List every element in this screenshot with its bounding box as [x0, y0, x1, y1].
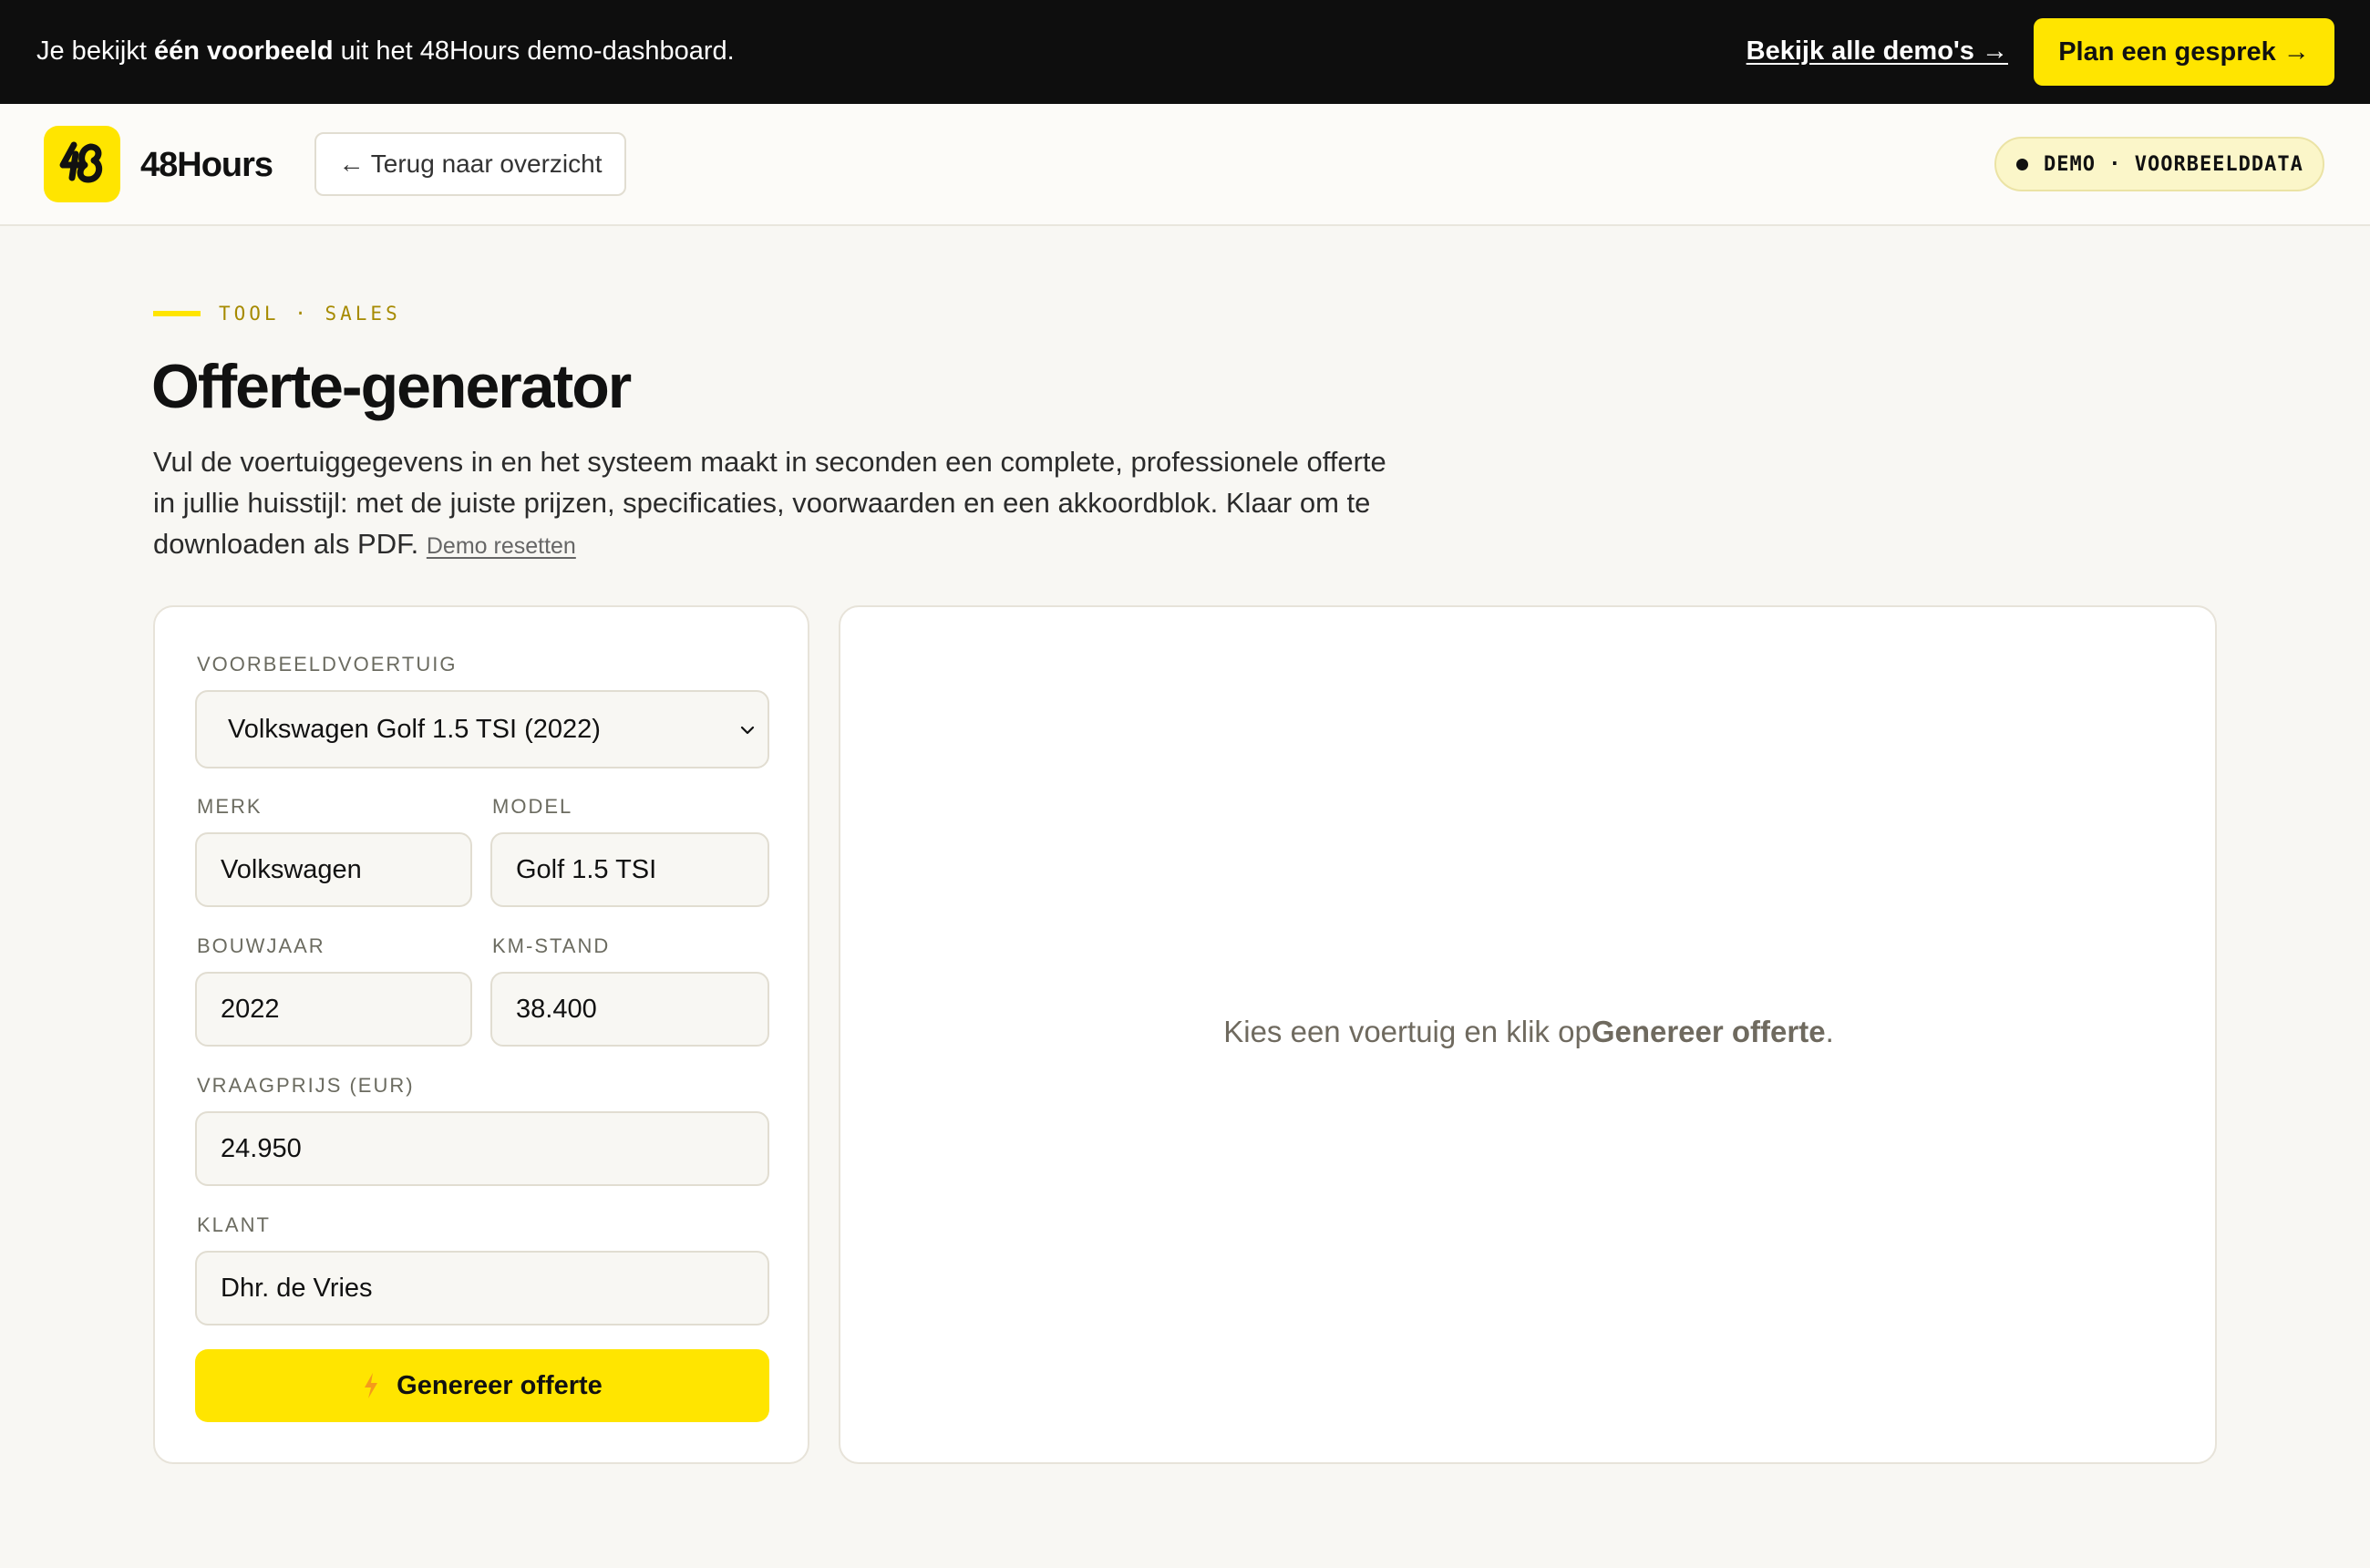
vehicle-select[interactable]: Volkswagen Golf 1.5 TSI (2022) [195, 690, 769, 769]
lightning-bolt-icon [365, 1373, 378, 1398]
banner-text-suffix: uit het 48Hours demo-dashboard. [333, 36, 735, 66]
mileage-field[interactable]: 38.400 [490, 972, 769, 1047]
banner-text: Je bekijkt één voorbeeld uit het 48Hours… [36, 35, 735, 67]
client-field[interactable]: Dhr. de Vries [195, 1251, 769, 1326]
brand-name: 48Hours [140, 146, 273, 184]
year-field[interactable]: 2022 [195, 972, 472, 1047]
price-field-label: VRAAGPRIJS (EUR) [197, 1074, 415, 1097]
brand-field[interactable]: Volkswagen [195, 832, 472, 907]
banner-text-bold: één voorbeeld [153, 36, 334, 66]
chevron-down-icon [740, 726, 755, 735]
price-field[interactable]: 24.950 [195, 1111, 769, 1186]
model-field-label: MODEL [492, 795, 573, 818]
generate-quote-button[interactable]: Genereer offerte [195, 1349, 769, 1422]
vehicle-select-label: VOORBEELDVOERTUIG [197, 653, 458, 676]
empty-state-prefix: Kies een voertuig en klik op [1223, 1015, 1592, 1048]
page-title: Offerte-generator [151, 352, 632, 421]
description-text: Vul de voertuiggegevens in en het systee… [153, 446, 1386, 560]
generate-quote-label: Genereer offerte [397, 1370, 603, 1400]
all-demos-link[interactable]: Bekijk alle demo's → [1747, 35, 2008, 67]
plan-call-button[interactable]: Plan een gesprek → [2034, 18, 2334, 86]
mileage-field-label: KM-STAND [492, 934, 611, 957]
48-logo-icon[interactable] [44, 126, 120, 202]
demo-reset-link[interactable]: Demo resetten [427, 533, 576, 559]
quote-preview-panel: Kies een voertuig en klik opGenereer off… [839, 605, 2217, 1464]
eyebrow-accent-bar [153, 311, 201, 316]
empty-state-message: Kies een voertuig en klik opGenereer off… [840, 1012, 2217, 1052]
demo-badge-label: DEMO · VOORBEELDDATA [2044, 152, 2303, 176]
model-field[interactable]: Golf 1.5 TSI [490, 832, 769, 907]
client-field-label: KLANT [197, 1213, 271, 1236]
back-to-overview-button[interactable]: ← Terug naar overzicht [314, 132, 626, 196]
vehicle-select-value: Volkswagen Golf 1.5 TSI (2022) [228, 715, 601, 744]
demo-badge: DEMO · VOORBEELDDATA [1994, 137, 2324, 191]
vehicle-form-card: VOORBEELDVOERTUIG Volkswagen Golf 1.5 TS… [153, 605, 809, 1464]
demo-banner: Je bekijkt één voorbeeld uit het 48Hours… [0, 0, 2370, 104]
year-field-label: BOUWJAAR [197, 934, 325, 957]
eyebrow-label: TOOL · SALES [219, 303, 401, 325]
empty-state-suffix: . [1825, 1015, 1834, 1048]
page-description: Vul de voertuiggegevens in en het systee… [153, 441, 1393, 567]
logo-glyph [59, 141, 103, 183]
empty-state-bold: Genereer offerte [1591, 1015, 1826, 1048]
brand-field-label: MERK [197, 795, 263, 818]
status-dot-icon [2016, 158, 2028, 170]
banner-text-prefix: Je bekijkt [36, 36, 154, 66]
